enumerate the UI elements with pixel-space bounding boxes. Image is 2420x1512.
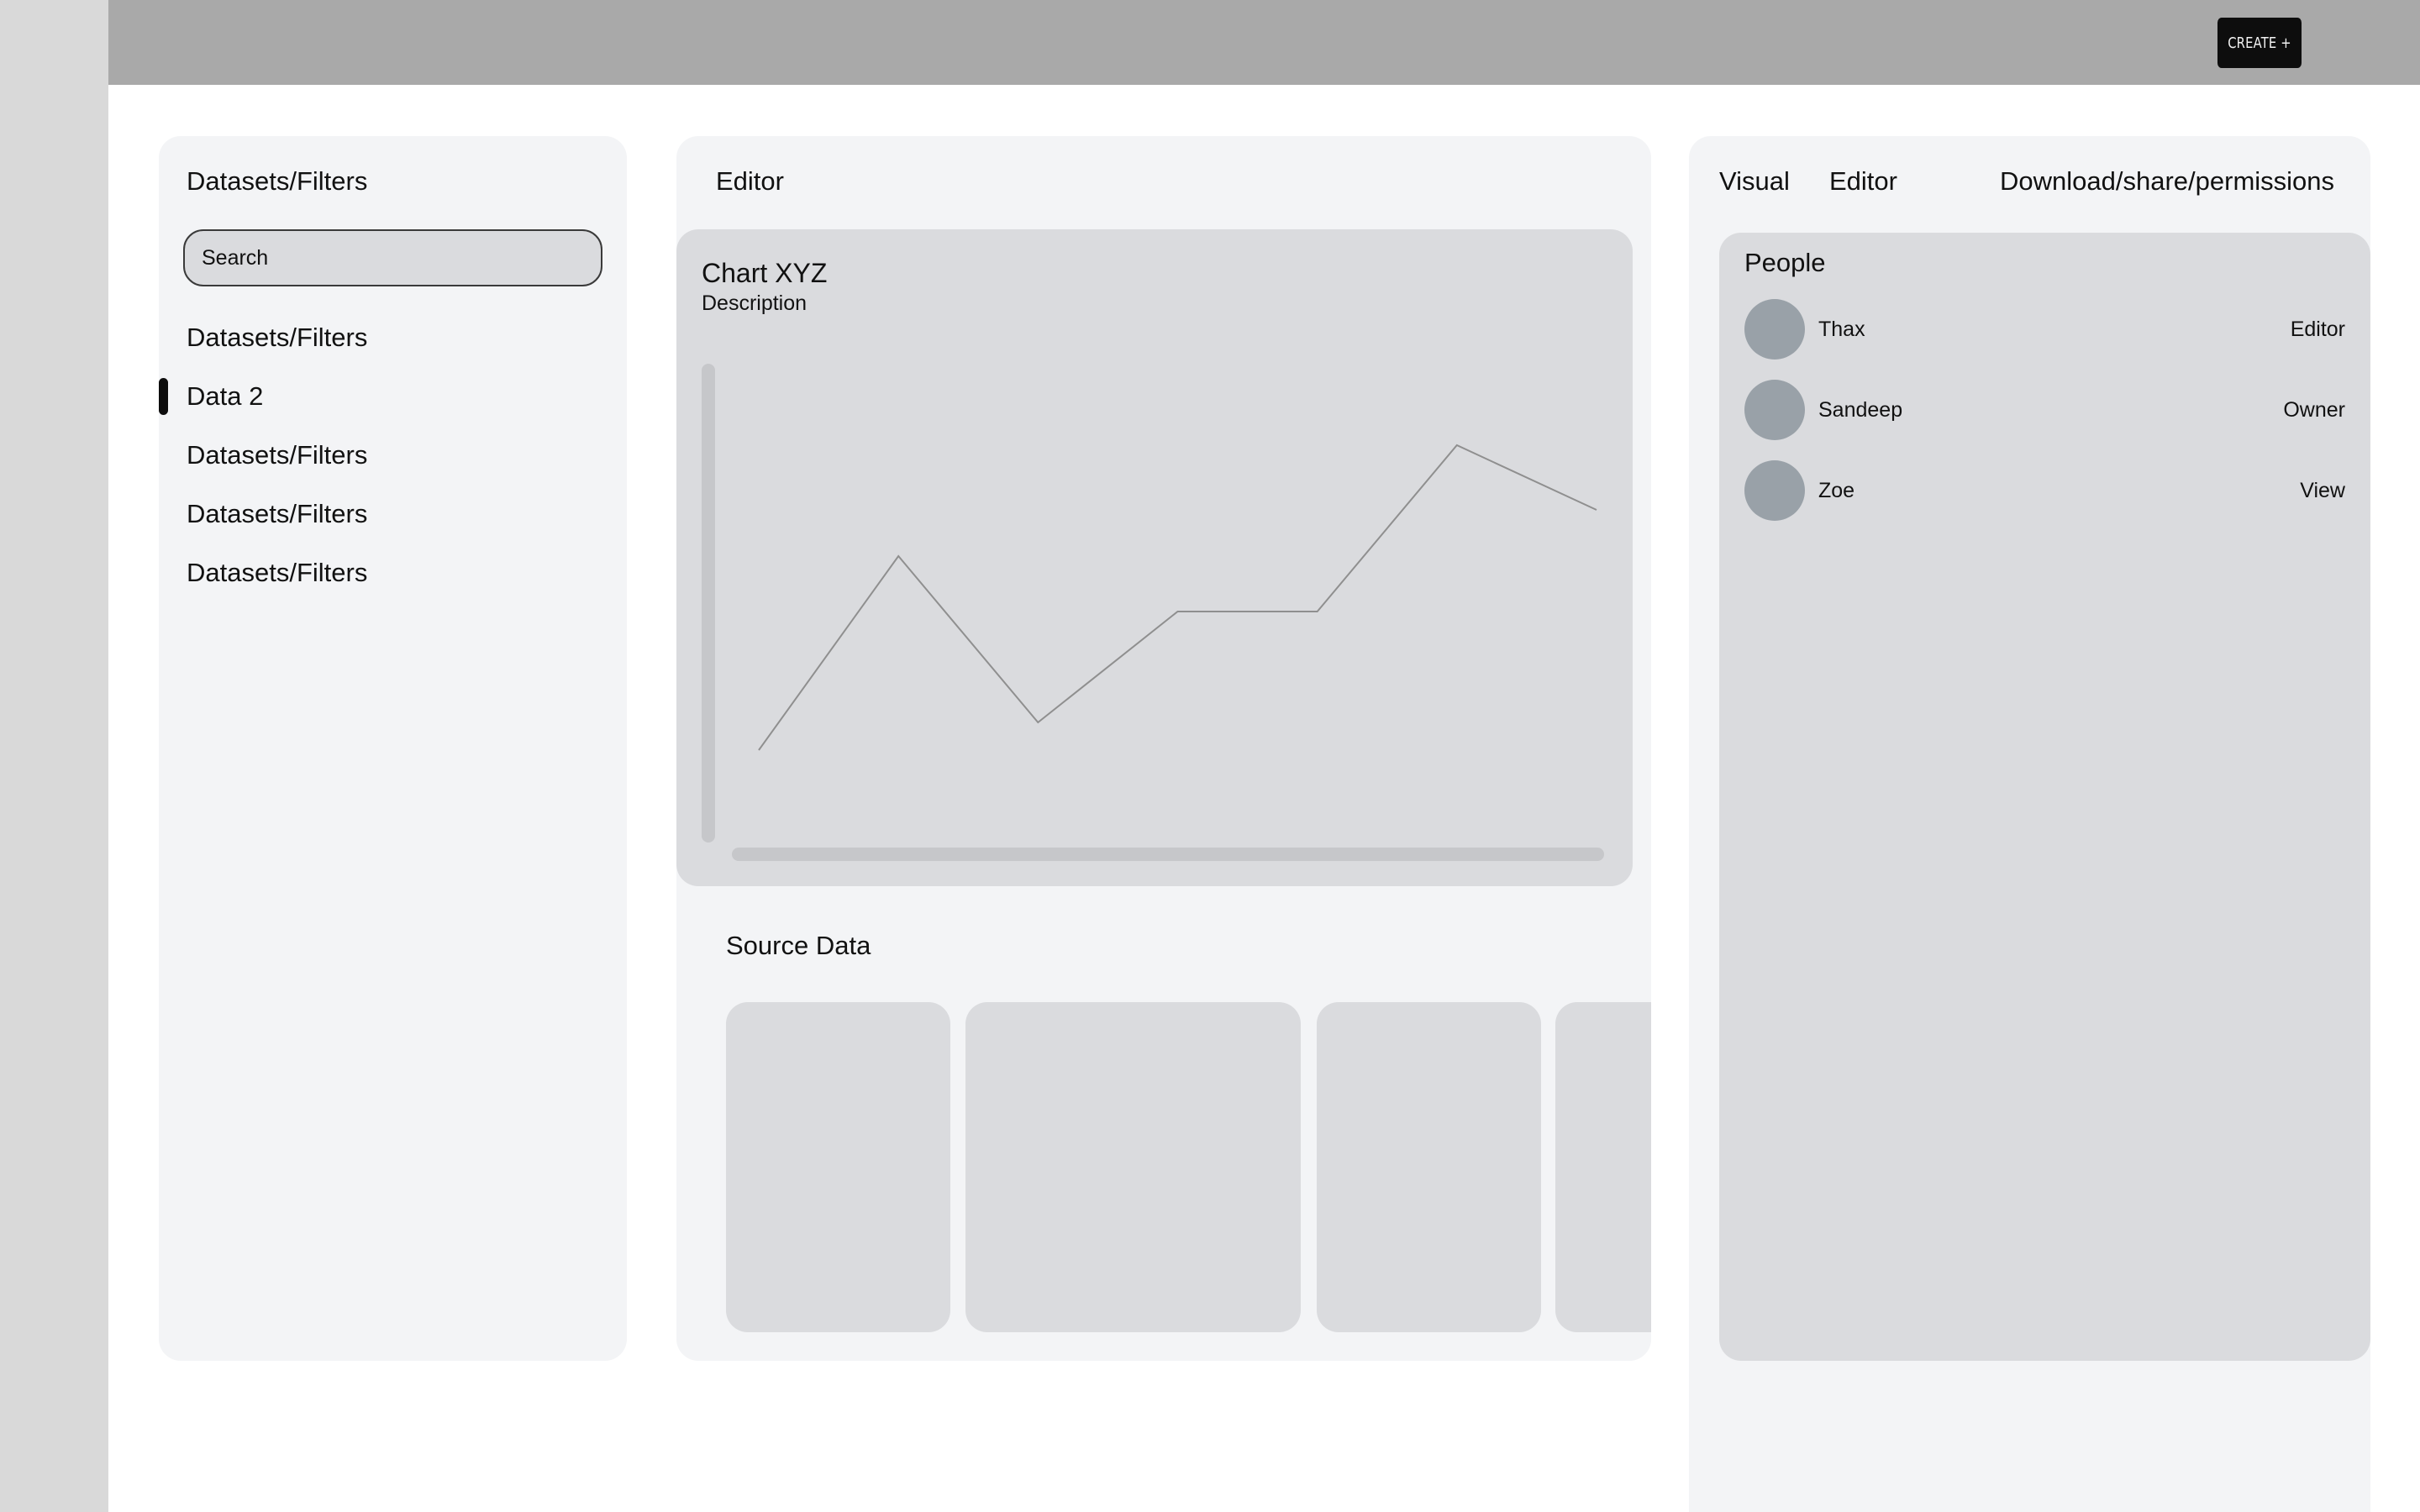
person-role[interactable]: Owner (2283, 398, 2345, 423)
sidebar-item-datasets-3[interactable]: Datasets/Filters (187, 440, 367, 470)
person-role[interactable]: Editor (2291, 318, 2345, 342)
search-input[interactable]: Search (183, 229, 602, 286)
avatar (1744, 460, 1805, 521)
person-name: Thax (1818, 318, 1865, 341)
editor-panel-title: Editor (716, 166, 784, 196)
people-title: People (1744, 248, 1826, 277)
search-placeholder: Search (202, 245, 269, 270)
top-bar (108, 0, 2420, 85)
source-data-card[interactable] (726, 1002, 950, 1332)
datasets-panel: Datasets/Filters Search Datasets/Filters… (159, 136, 627, 1361)
person-name: Zoe (1818, 479, 1855, 502)
sidebar-item-datasets-5[interactable]: Datasets/Filters (187, 558, 367, 588)
source-data-card[interactable] (965, 1002, 1301, 1332)
person-row[interactable]: Sandeep Owner (1744, 380, 2345, 440)
avatar (1744, 380, 1805, 440)
tab-editor[interactable]: Editor (1829, 166, 1897, 197)
people-card: People Thax Editor Sandeep Owner Zoe Vie… (1719, 233, 2370, 1361)
person-row[interactable]: Thax Editor (1744, 299, 2345, 360)
source-data-title: Source Data (726, 931, 871, 960)
person-row[interactable]: Zoe View (1744, 460, 2345, 521)
sidebar-item-data-2[interactable]: Data 2 (187, 381, 263, 412)
source-data-card[interactable] (1317, 1002, 1541, 1332)
active-item-indicator (159, 378, 168, 415)
line-chart (758, 444, 1597, 751)
source-data-panel: Source Data (697, 927, 1651, 1361)
create-button[interactable]: CREATE + (2217, 18, 2302, 68)
source-data-card[interactable] (1555, 1002, 1651, 1332)
datasets-panel-title: Datasets/Filters (187, 166, 368, 196)
left-rail (0, 0, 108, 1512)
chart-card[interactable]: Chart XYZ Description (676, 229, 1633, 886)
sidebar-item-datasets-1[interactable]: Datasets/Filters (187, 323, 367, 353)
sidebar-item-datasets-4[interactable]: Datasets/Filters (187, 499, 367, 529)
chart-series-line-0 (758, 444, 1597, 751)
tab-download-share-permissions[interactable]: Download/share/permissions (2000, 166, 2334, 197)
horizontal-scrollbar[interactable] (732, 848, 1604, 861)
details-panel: Visual Editor Download/share/permissions… (1689, 136, 2370, 1512)
person-role[interactable]: View (2300, 479, 2345, 503)
avatar (1744, 299, 1805, 360)
tab-visual[interactable]: Visual (1719, 166, 1790, 197)
person-name: Sandeep (1818, 398, 1903, 422)
